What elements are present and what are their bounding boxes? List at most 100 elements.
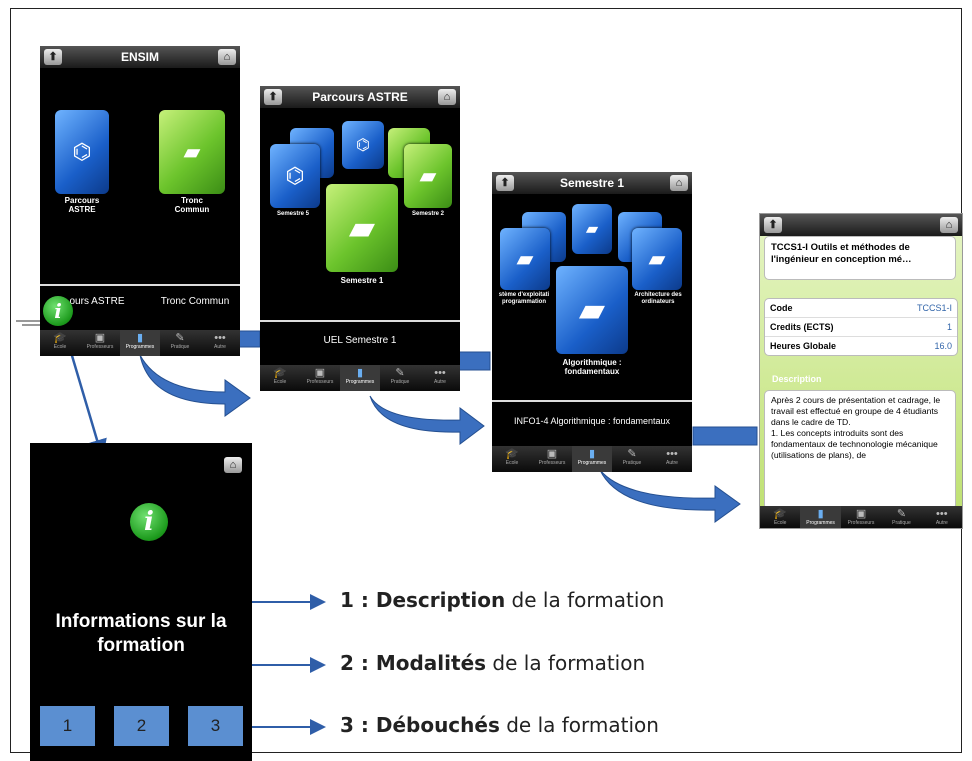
- tab-autre[interactable]: ••• Autre: [420, 365, 460, 391]
- more-icon: •••: [434, 367, 446, 379]
- up-arrow-icon[interactable]: ⬆: [44, 49, 62, 65]
- circuit-icon: ⌬: [72, 139, 92, 164]
- book-icon: ▮: [136, 332, 144, 344]
- tile-semestre-2-label: Semestre 2: [411, 211, 445, 217]
- tab-professeurs[interactable]: ▣ Professeurs: [300, 365, 340, 391]
- arrow-screen1-to-screen2: [139, 354, 251, 417]
- briefcase-icon: ▣: [855, 508, 867, 520]
- button-3[interactable]: 3: [188, 706, 243, 746]
- tile-tronc-commun-label: Tronc Commun: [174, 196, 210, 214]
- navbar: ⬆ Semestre 1 ⌂: [492, 172, 692, 194]
- info-icon: i: [130, 503, 168, 541]
- tab-programmes[interactable]: ▮ Programmes: [340, 365, 380, 391]
- home-icon[interactable]: ⌂: [224, 457, 242, 473]
- tab-pratique[interactable]: ✎ Pratique: [881, 506, 921, 528]
- home-icon[interactable]: ⌂: [218, 49, 236, 65]
- subtitle-right: Tronc Commun: [160, 296, 230, 307]
- tile-back-blue-2[interactable]: ⌬: [342, 121, 384, 169]
- divider: [492, 400, 692, 402]
- up-arrow-icon[interactable]: ⬆: [764, 217, 782, 233]
- tile-semestre-5-label: Semestre 5: [276, 211, 310, 217]
- tab-professeurs[interactable]: ▣ Professeurs: [841, 506, 881, 528]
- subtitle: UEL Semestre 1: [323, 335, 397, 346]
- home-icon[interactable]: ⌂: [940, 217, 958, 233]
- description-text: Après 2 cours de présentation et cadrage…: [764, 390, 956, 510]
- book-icon: ▮: [588, 448, 596, 460]
- tab-bar: 🎓 Ecole ▣ Professeurs ▮ Programmes ✎ Pratiqu…: [492, 446, 692, 472]
- tab-bar: 🎓 Ecole ▮ Programmes ▣ Professeurs ✎ Pratiqu…: [760, 506, 962, 528]
- tab-programmes[interactable]: ▮ Programmes: [572, 446, 612, 472]
- course-title: TCCS1-I Outils et méthodes de l'ingénieu…: [764, 236, 956, 280]
- wrench-icon: ✎: [627, 448, 637, 460]
- divider: [40, 284, 240, 286]
- arrow-screen3-to-detail: [599, 469, 741, 523]
- tab-programmes[interactable]: ▮ Programmes: [800, 506, 841, 528]
- wrench-icon: ✎: [896, 508, 907, 520]
- tab-pratique[interactable]: ✎ Pratique: [380, 365, 420, 391]
- folder-icon: ▰: [585, 221, 599, 238]
- info-icon[interactable]: i: [43, 296, 73, 326]
- button-2[interactable]: 2: [114, 706, 169, 746]
- tile-back-2: ▰: [572, 204, 612, 254]
- navbar: ⬆ ENSIM ⌂: [40, 46, 240, 68]
- tile-semestre-2[interactable]: ▰: [404, 144, 452, 208]
- wrench-icon: ✎: [175, 332, 185, 344]
- tile-algorithmique[interactable]: ▰: [556, 266, 628, 354]
- screen-semestre-1: ⬆ Semestre 1 ⌂ ▰ ▰ stème d'exploitati pr…: [492, 172, 692, 472]
- table-row: Heures Globale 16.0: [770, 341, 952, 351]
- more-icon: •••: [666, 448, 678, 460]
- circuit-icon: ⌬: [285, 163, 305, 188]
- tab-ecole[interactable]: 🎓 Ecole: [40, 330, 80, 356]
- button-1[interactable]: 1: [40, 706, 95, 746]
- tab-bar: 🎓 Ecole ▣ Professeurs ▮ Programmes ✎ Pratiqu…: [40, 330, 240, 356]
- tile-semestre-1-label: Semestre 1: [340, 276, 384, 285]
- graduation-cap-icon: 🎓: [773, 508, 788, 520]
- tile-semestre-5[interactable]: ⌬: [270, 144, 320, 208]
- navbar-title: Semestre 1: [559, 176, 625, 190]
- briefcase-icon: ▣: [94, 332, 106, 344]
- screen-parcours-astre: ⬆ Parcours ASTRE ⌂ ⌬ ⌬ Semestre 5 ▰ Seme…: [260, 86, 460, 391]
- tab-professeurs[interactable]: ▣ Professeurs: [80, 330, 120, 356]
- connector-bar-3: [692, 426, 758, 446]
- book-icon: ▮: [817, 508, 824, 520]
- subtitle-left: ours ASTRE: [69, 296, 125, 307]
- tab-ecole[interactable]: 🎓 Ecole: [760, 506, 800, 528]
- course-info-table: Code TCCS1-I Credits (ECTS) 1 Heures Globa…: [764, 298, 958, 356]
- tab-autre[interactable]: ••• Autre: [922, 506, 962, 528]
- tile-parcours-astre-label: Parcours ASTRE: [64, 196, 100, 214]
- tab-programmes[interactable]: ▮ Programmes: [120, 330, 160, 356]
- up-arrow-icon[interactable]: ⬆: [264, 89, 282, 105]
- folder-icon: ▰: [183, 139, 201, 164]
- tile-architecture-label: Architecture des ordinateurs: [634, 292, 682, 305]
- tab-pratique[interactable]: ✎ Pratique: [160, 330, 200, 356]
- folder-icon: ▰: [648, 246, 666, 271]
- screen-course-detail: ⬆ ⌂ TCCS1-I Outils et méthodes de l'ingé…: [759, 213, 963, 529]
- tile-systeme-exploitation[interactable]: ▰: [500, 228, 550, 290]
- home-icon[interactable]: ⌂: [670, 175, 688, 191]
- tile-semestre-1[interactable]: ▰: [326, 184, 398, 272]
- tab-autre[interactable]: ••• Autre: [652, 446, 692, 472]
- screen-informations: ⌂ i Informations sur la formation 1 2 3: [30, 443, 252, 761]
- tab-professeurs[interactable]: ▣ Professeurs: [532, 446, 572, 472]
- navbar-title: Parcours ASTRE: [312, 90, 408, 104]
- tab-autre[interactable]: ••• Autre: [200, 330, 240, 356]
- more-icon: •••: [214, 332, 226, 344]
- connector-bar-1: [237, 330, 261, 348]
- subtitle: INFO1-4 Algorithmique : fondamentaux: [513, 416, 671, 426]
- tile-tronc-commun[interactable]: ▰: [159, 110, 225, 194]
- legend-item-3: 3 : Débouchés de la formation: [340, 713, 659, 737]
- graduation-cap-icon: 🎓: [273, 367, 287, 379]
- table-row: Credits (ECTS) 1: [765, 318, 957, 337]
- book-icon: ▮: [356, 367, 364, 379]
- legend-item-1: 1 : Description de la formation: [340, 588, 665, 612]
- wrench-icon: ✎: [395, 367, 405, 379]
- more-icon: •••: [936, 508, 948, 520]
- tab-ecole[interactable]: 🎓 Ecole: [492, 446, 532, 472]
- table-row: Code TCCS1-I: [765, 299, 957, 318]
- home-icon[interactable]: ⌂: [438, 89, 456, 105]
- tab-ecole[interactable]: 🎓 Ecole: [260, 365, 300, 391]
- tile-parcours-astre[interactable]: ⌬: [55, 110, 109, 194]
- tab-pratique[interactable]: ✎ Pratique: [612, 446, 652, 472]
- tile-architecture[interactable]: ▰: [632, 228, 682, 290]
- up-arrow-icon[interactable]: ⬆: [496, 175, 514, 191]
